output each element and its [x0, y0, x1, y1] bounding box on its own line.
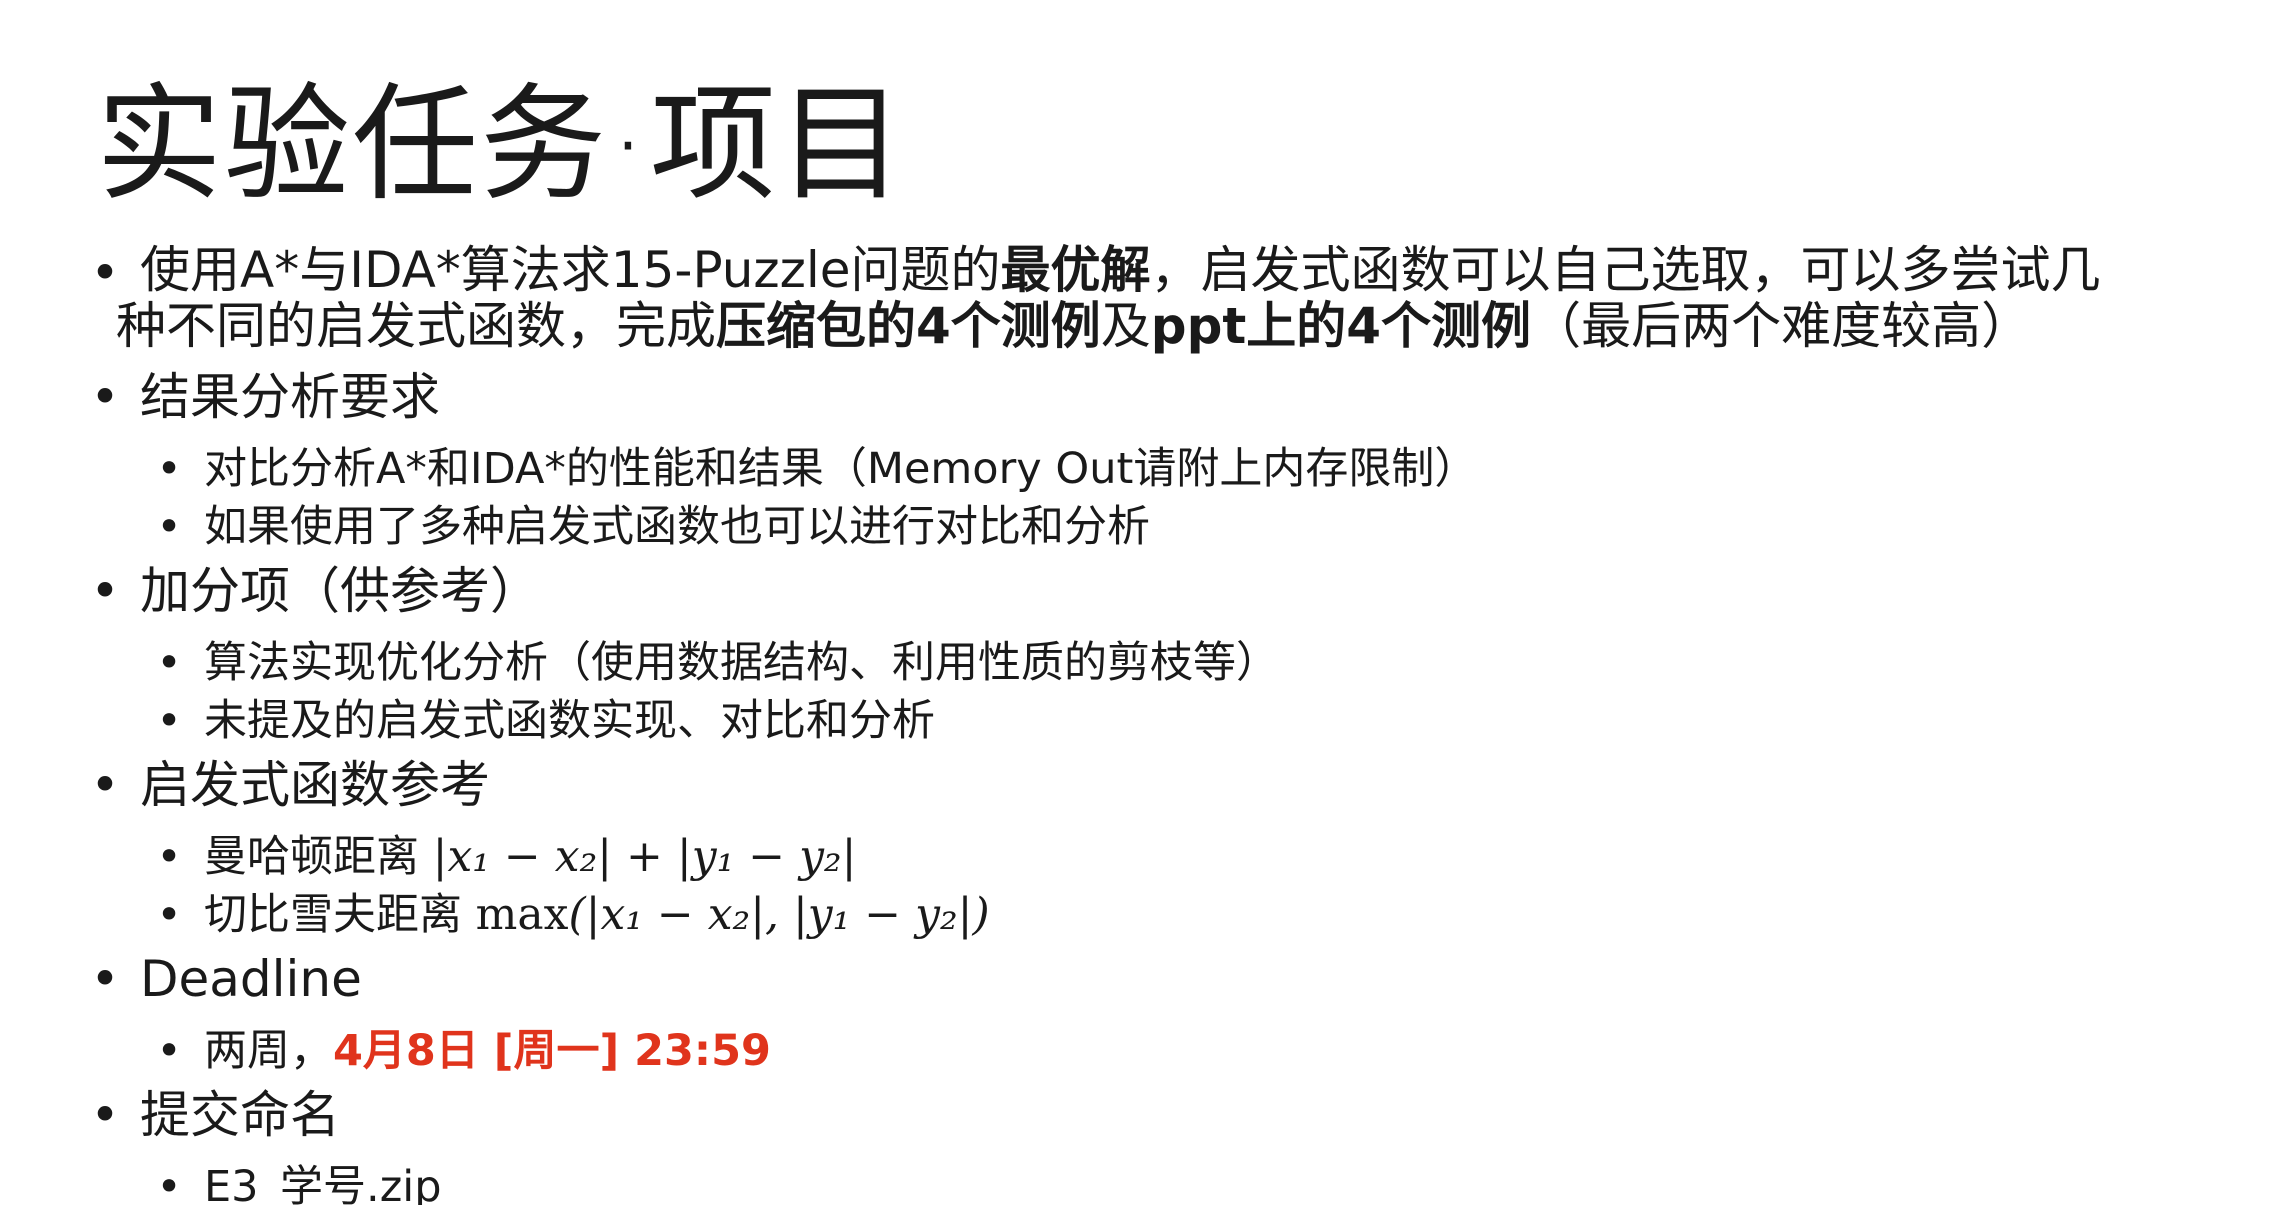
bullet-task: • 使用A*与IDA*算法求15-Puzzle问题的最优解，启发式函数可以自己选… [90, 242, 2250, 354]
task-part5: （最后两个难度较高） [1531, 297, 2032, 355]
analysis-sub-item: • 如果使用了多种启发式函数也可以进行对比和分析 [90, 498, 2250, 556]
sub-bullet-dot-icon: • [156, 638, 182, 688]
bullet-dot-icon: • [90, 244, 120, 302]
submission-sublist: • E3_学号.zip [90, 1158, 2250, 1205]
manhattan-formula: |x₁ − x₂| + |y₁ − y₂| [432, 831, 857, 882]
chebyshev-label: 切比雪夫距离 [204, 890, 462, 940]
heuristics-sublist: • 曼哈顿距离 |x₁ − x₂| + |y₁ − y₂| • 切比雪夫距离 m… [90, 828, 2250, 944]
sub-bullet-dot-icon: • [156, 832, 182, 882]
task-bold-zip-cases: 压缩包的4个测例 [716, 297, 1101, 355]
bullet-dot-icon: • [90, 950, 120, 1008]
sub-bullet-dot-icon: • [156, 696, 182, 746]
analysis-sub1: 对比分析A*和IDA*的性能和结果（Memory Out请附上内存限制） [204, 444, 1478, 494]
bonus-sublist: • 算法实现优化分析（使用数据结构、利用性质的剪枝等） • 未提及的启发式函数实… [90, 634, 2250, 750]
bullet-dot-icon: • [90, 562, 120, 620]
slide-body: • 使用A*与IDA*算法求15-Puzzle问题的最优解，启发式函数可以自己选… [90, 242, 2250, 1205]
bullet-deadline: • Deadline [90, 948, 2250, 1010]
bullet-submission: • 提交命名 [90, 1084, 2250, 1146]
heuristic-manhattan: • 曼哈顿距离 |x₁ − x₂| + |y₁ − y₂| [90, 828, 2250, 886]
sub-bullet-dot-icon: • [156, 444, 182, 494]
heuristics-label: 启发式函数参考 [140, 756, 490, 814]
task-bold-ppt-cases: ppt上的4个测例 [1150, 297, 1532, 355]
chebyshev-max: max [475, 889, 569, 940]
chebyshev-formula: (|x₁ − x₂|, |y₁ − y₂|) [568, 889, 990, 940]
bonus-sub-item: • 算法实现优化分析（使用数据结构、利用性质的剪枝等） [90, 634, 2250, 692]
bullet-bonus: • 加分项（供参考） [90, 560, 2250, 622]
deadline-sub-item: • 两周，4月8日 [周一] 23:59 [90, 1022, 2250, 1080]
deadline-sublist: • 两周，4月8日 [周一] 23:59 [90, 1022, 2250, 1080]
task-part1: 使用A*与IDA*算法求15-Puzzle问题的 [140, 241, 1001, 299]
task-bold-optimal: 最优解 [1000, 241, 1151, 299]
bullet-dot-icon: • [90, 756, 120, 814]
task-part4: 及 [1100, 297, 1151, 355]
task-text: 使用A*与IDA*算法求15-Puzzle问题的最优解，启发式函数可以自己选取，… [116, 241, 2250, 355]
submission-filename: E3_学号.zip [204, 1162, 442, 1205]
bonus-sub1: 算法实现优化分析（使用数据结构、利用性质的剪枝等） [204, 638, 1279, 688]
sub-bullet-dot-icon: • [156, 1162, 182, 1205]
bullet-dot-icon: • [90, 368, 120, 426]
deadline-date: 4月8日 [周一] 23:59 [333, 1026, 771, 1076]
analysis-sub2: 如果使用了多种启发式函数也可以进行对比和分析 [204, 502, 1150, 552]
task-part3: 种不同的启发式函数，完成 [116, 297, 716, 355]
deadline-label: Deadline [140, 950, 362, 1008]
slide-title: 实验任务·项目 [96, 71, 907, 218]
heuristic-chebyshev: • 切比雪夫距离 max(|x₁ − x₂|, |y₁ − y₂|) [90, 886, 2250, 944]
analysis-label: 结果分析要求 [140, 368, 440, 426]
bullet-dot-icon: • [90, 1086, 120, 1144]
manhattan-label: 曼哈顿距离 [204, 832, 419, 882]
slide: 实验任务·项目 • 使用A*与IDA*算法求15-Puzzle问题的最优解，启发… [0, 0, 2281, 1205]
analysis-sublist: • 对比分析A*和IDA*的性能和结果（Memory Out请附上内存限制） •… [90, 440, 2250, 556]
submission-sub-item: • E3_学号.zip [90, 1158, 2250, 1205]
bonus-sub-item: • 未提及的启发式函数实现、对比和分析 [90, 692, 2250, 750]
task-part2: ，启发式函数可以自己选取，可以多尝试几 [1150, 241, 2101, 299]
submission-label: 提交命名 [140, 1086, 340, 1144]
sub-bullet-dot-icon: • [156, 502, 182, 552]
bonus-label: 加分项（供参考） [140, 562, 540, 620]
analysis-sub-item: • 对比分析A*和IDA*的性能和结果（Memory Out请附上内存限制） [90, 440, 2250, 498]
sub-bullet-dot-icon: • [156, 1026, 182, 1076]
bullet-heuristics: • 启发式函数参考 [90, 754, 2250, 816]
sub-bullet-dot-icon: • [156, 890, 182, 940]
bullet-analysis: • 结果分析要求 [90, 366, 2250, 428]
deadline-prefix: 两周， [204, 1026, 333, 1076]
bonus-sub2: 未提及的启发式函数实现、对比和分析 [204, 696, 935, 746]
